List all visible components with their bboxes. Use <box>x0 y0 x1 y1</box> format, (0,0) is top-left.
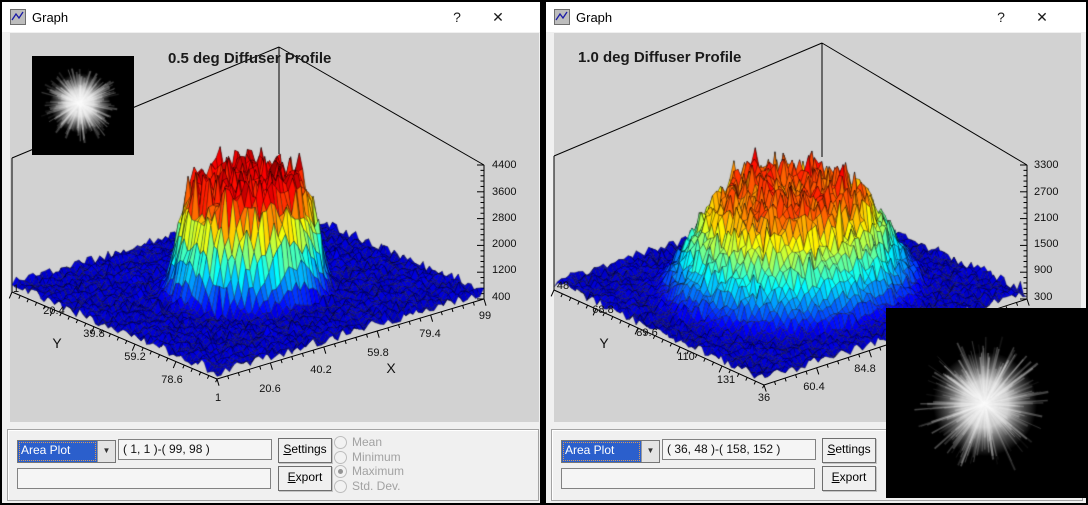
graph-app-icon <box>554 9 570 25</box>
beam-profile-image <box>886 308 1087 498</box>
radio-label: Std. Dev. <box>352 479 400 493</box>
y-tick: 1 <box>13 283 19 295</box>
x-tick: 84.8 <box>854 363 875 375</box>
z-tick: 2800 <box>492 212 516 224</box>
settings-button[interactable]: Settings <box>822 438 876 463</box>
x-tick: 79.4 <box>419 328 440 340</box>
z-tick: 2100 <box>1034 212 1058 224</box>
beam-profile-image <box>32 56 134 155</box>
y-tick: 68.8 <box>592 304 613 316</box>
z-tick: 2000 <box>492 238 516 250</box>
z-tick: 1500 <box>1034 238 1058 250</box>
z-tick: 300 <box>1034 291 1052 303</box>
title-bar: Graph ? ✕ <box>2 2 540 32</box>
help-button[interactable]: ? <box>985 2 1017 32</box>
graph-window-right: Graph ? ✕ 1.0 deg Diffuser Profile 48 68… <box>546 2 1086 503</box>
z-tick: 400 <box>492 291 510 303</box>
radio-circle-icon[interactable] <box>334 465 347 478</box>
export-button[interactable]: Export <box>278 466 332 491</box>
radio-minimum[interactable]: Minimum <box>334 450 401 464</box>
plot-type-dropdown[interactable]: Area Plot ▼ <box>17 440 116 463</box>
y-tick: 39.8 <box>83 328 104 340</box>
z-tick: 2700 <box>1034 186 1058 198</box>
dropdown-arrow-icon[interactable]: ▼ <box>641 441 659 462</box>
radio-stddev[interactable]: Std. Dev. <box>334 479 400 493</box>
x-tick: 1 <box>215 392 221 404</box>
z-tick: 4400 <box>492 159 516 171</box>
radio-label: Maximum <box>352 464 404 478</box>
x-tick: 59.8 <box>367 347 388 359</box>
help-button[interactable]: ? <box>441 2 473 32</box>
window-title: Graph <box>576 10 612 25</box>
radio-circle-icon[interactable] <box>334 480 347 493</box>
x-tick: 99 <box>479 310 491 322</box>
x-tick: 40.2 <box>310 364 331 376</box>
graph-window-left: Graph ? ✕ 0.5 deg Diffuser Profile 1 20.… <box>2 2 540 503</box>
radio-circle-icon[interactable] <box>334 436 347 449</box>
region-field[interactable]: ( 1, 1 )-( 99, 98 ) <box>118 439 272 460</box>
y-tick: 20.4 <box>43 305 64 317</box>
y-tick: 131 <box>717 374 735 386</box>
export-button[interactable]: Export <box>822 466 876 491</box>
x-tick: 60.4 <box>803 381 824 393</box>
window-title: Graph <box>32 10 68 25</box>
x-axis-label: X <box>386 360 395 376</box>
graph-app-icon <box>10 9 26 25</box>
radio-circle-icon[interactable] <box>334 451 347 464</box>
radio-label: Mean <box>352 435 382 449</box>
radio-label: Minimum <box>352 450 401 464</box>
y-axis-label: Y <box>599 335 608 351</box>
x-tick: 20.6 <box>259 383 280 395</box>
plot-type-dropdown[interactable]: Area Plot ▼ <box>561 440 660 463</box>
z-tick: 3600 <box>492 186 516 198</box>
x-tick: 36 <box>758 392 770 404</box>
z-tick: 3300 <box>1034 159 1058 171</box>
plot-type-value: Area Plot <box>562 441 641 462</box>
z-tick: 1200 <box>492 264 516 276</box>
close-button[interactable]: ✕ <box>1026 2 1058 32</box>
command-field[interactable] <box>17 468 271 489</box>
z-tick: 900 <box>1034 264 1052 276</box>
y-tick: 78.6 <box>161 374 182 386</box>
title-bar: Graph ? ✕ <box>546 2 1086 32</box>
region-field[interactable]: ( 36, 48 )-( 158, 152 ) <box>662 439 816 460</box>
plot-title: 0.5 deg Diffuser Profile <box>168 50 331 67</box>
close-button[interactable]: ✕ <box>482 2 514 32</box>
plot-title: 1.0 deg Diffuser Profile <box>578 49 741 66</box>
dropdown-arrow-icon[interactable]: ▼ <box>97 441 115 462</box>
radio-mean[interactable]: Mean <box>334 435 382 449</box>
plot-type-value: Area Plot <box>18 441 97 462</box>
y-tick: 89.6 <box>636 327 657 339</box>
y-tick: 48 <box>557 280 569 292</box>
command-field[interactable] <box>561 468 815 489</box>
y-tick: 110 <box>677 351 695 363</box>
settings-button[interactable]: Settings <box>278 438 332 463</box>
radio-maximum[interactable]: Maximum <box>334 464 404 478</box>
y-tick: 59.2 <box>124 351 145 363</box>
y-axis-label: Y <box>52 335 61 351</box>
